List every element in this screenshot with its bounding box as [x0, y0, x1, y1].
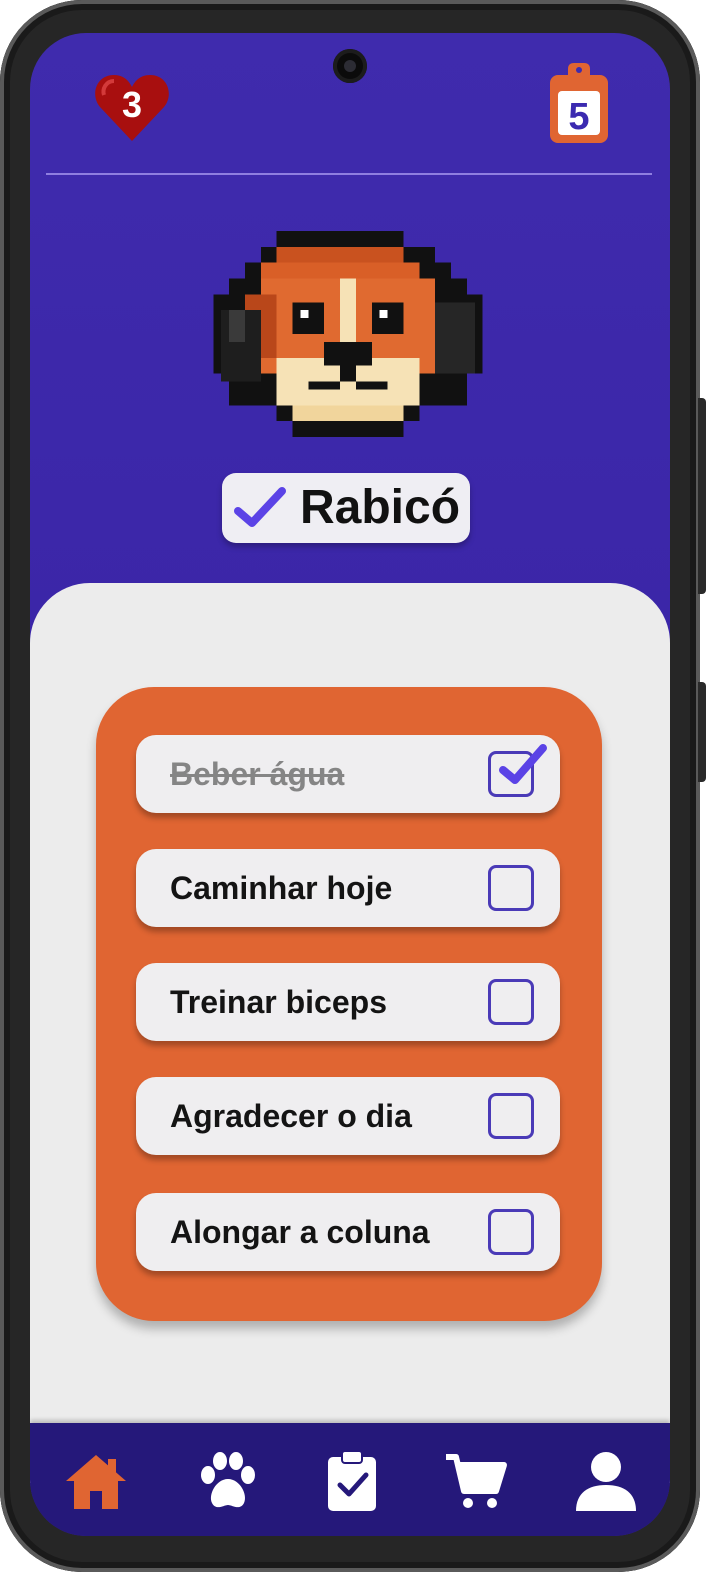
nav-shop[interactable] — [444, 1449, 508, 1513]
tasks-count: 5 — [568, 96, 590, 138]
verified-check-icon — [234, 487, 286, 527]
content-panel: Beber água Caminhar hoje Treinar biceps … — [30, 583, 670, 1483]
task-checkbox[interactable] — [488, 1093, 534, 1139]
task-item[interactable]: Caminhar hoje — [136, 849, 560, 927]
pet-name: Rabicó — [300, 481, 461, 534]
task-checkbox[interactable] — [488, 865, 534, 911]
task-checkbox[interactable] — [488, 1209, 534, 1255]
task-item[interactable]: Agradecer o dia — [136, 1077, 560, 1155]
task-label: Agradecer o dia — [170, 1098, 412, 1134]
lives-count: 3 — [121, 84, 143, 125]
nav-tasks[interactable] — [320, 1449, 384, 1513]
pet-name-badge[interactable]: Rabicó — [222, 473, 470, 543]
task-checkbox[interactable] — [488, 744, 547, 797]
task-label: Caminhar hoje — [170, 870, 393, 906]
task-checkbox[interactable] — [488, 979, 534, 1025]
header-divider — [46, 173, 652, 175]
tasks-counter[interactable]: 5 — [548, 61, 610, 145]
task-label: Beber água — [170, 756, 345, 792]
nav-home[interactable] — [64, 1449, 128, 1513]
lives-indicator[interactable]: 3 — [94, 71, 170, 143]
check-icon — [499, 744, 547, 784]
task-item[interactable]: Treinar biceps — [136, 963, 560, 1041]
nav-profile[interactable] — [574, 1449, 638, 1513]
nav-pets[interactable] — [196, 1449, 260, 1513]
paw-icon — [201, 1452, 255, 1508]
clipboard-check-icon — [328, 1450, 376, 1511]
task-item[interactable]: Alongar a coluna — [136, 1193, 560, 1271]
task-list-card: Beber água Caminhar hoje Treinar biceps … — [96, 687, 602, 1321]
home-icon — [66, 1455, 126, 1509]
task-label: Alongar a coluna — [170, 1214, 430, 1250]
user-icon — [576, 1452, 636, 1511]
app-screen: 3 5 Rabicó Beber água Caminhar hoje Trei… — [30, 33, 670, 1536]
volume-button — [698, 682, 706, 782]
cart-icon — [446, 1454, 507, 1508]
task-item[interactable]: Beber água — [136, 735, 560, 813]
task-label: Treinar biceps — [170, 984, 387, 1020]
bottom-nav — [30, 1423, 670, 1536]
dog-avatar — [213, 231, 483, 437]
front-camera — [333, 49, 367, 83]
power-button — [698, 398, 706, 594]
